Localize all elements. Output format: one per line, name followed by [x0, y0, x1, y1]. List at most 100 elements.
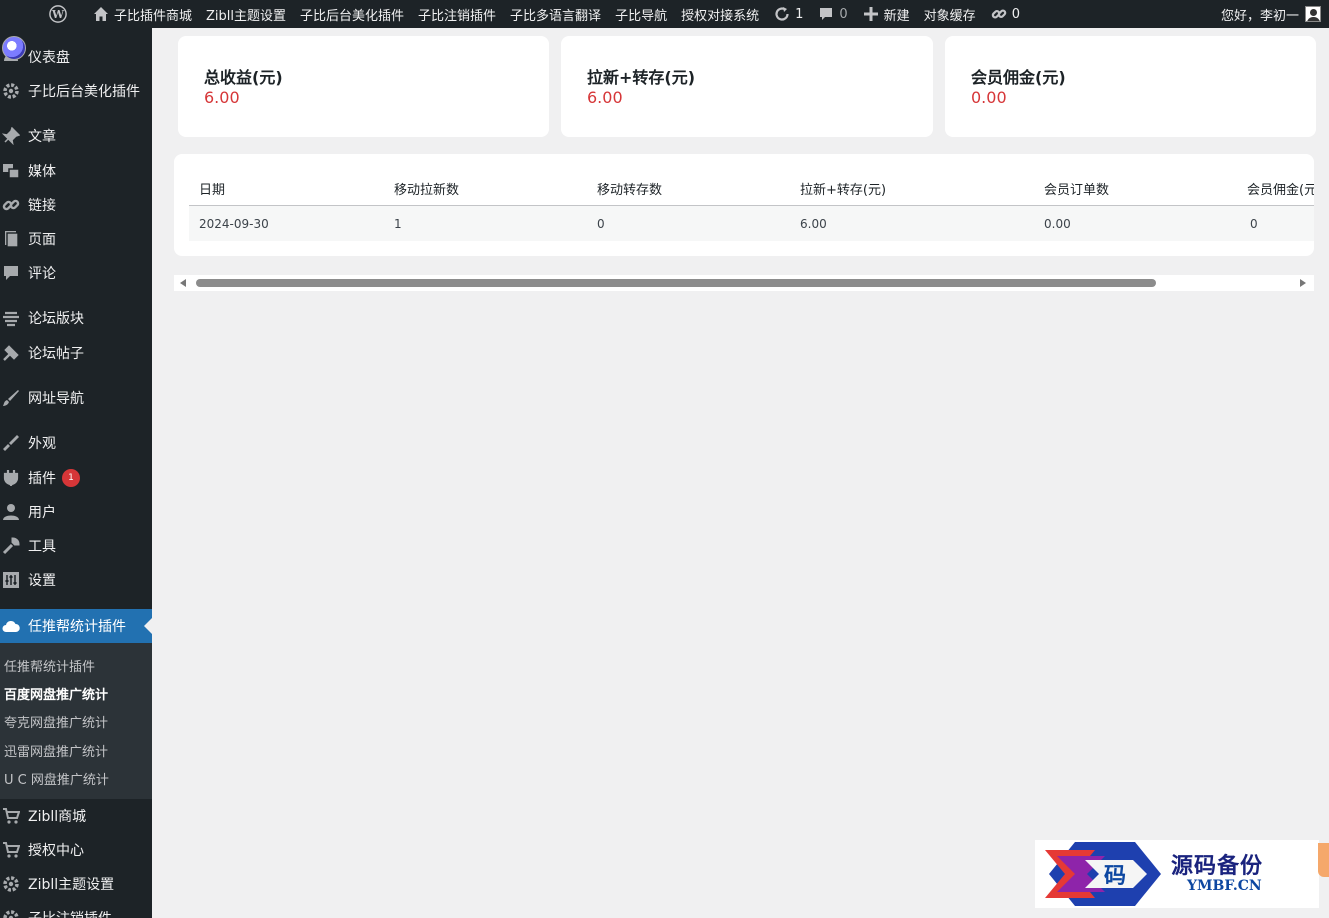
sidebar-item-media[interactable]: 媒体	[0, 154, 152, 188]
sidebar-item-links[interactable]: 链接	[0, 188, 152, 222]
submenu-item-quark[interactable]: 夸克网盘推广统计	[4, 712, 108, 731]
cloud-icon	[1, 616, 21, 636]
card-title: 会员佣金(元)	[971, 68, 1066, 87]
adminbar-object-cache[interactable]: 对象缓存	[917, 0, 983, 28]
appearance-icon	[1, 433, 21, 453]
column-header-mobile-save: 移动转存数	[597, 183, 663, 198]
table-row	[189, 206, 1314, 241]
settings-icon	[1, 570, 21, 590]
submenu-item-baidu[interactable]: 百度网盘推广统计	[4, 684, 108, 703]
sidebar-item-label: 仪表盘	[28, 50, 70, 66]
adminbar-nav[interactable]: 子比导航	[608, 0, 674, 28]
scroll-right-arrow-icon[interactable]	[1300, 279, 1306, 287]
column-header-member-orders: 会员订单数	[1044, 183, 1110, 198]
adminbar-updates[interactable]: 1	[766, 0, 810, 28]
sidebar-submenu: 任推帮统计插件 百度网盘推广统计 夸克网盘推广统计 迅雷网盘推广统计 U C 网…	[0, 643, 152, 799]
summary-card-new-save: 拉新+转存(元) 6.00	[561, 36, 933, 137]
table-cell: 2024-09-30	[199, 217, 269, 231]
sidebar-item-forum-posts[interactable]: 论坛帖子	[0, 336, 152, 370]
comment-icon	[1, 263, 21, 283]
plugin-update-badge: 1	[62, 469, 80, 487]
hammer-icon	[1, 343, 21, 363]
sidebar-item-users[interactable]: 用户	[0, 495, 152, 529]
adminbar-new[interactable]: 新建	[855, 0, 917, 28]
adminbar-zibll-settings[interactable]: Zibll主题设置	[199, 0, 293, 28]
sidebar-item-beautify-plugin[interactable]: 子比后台美化插件	[0, 74, 152, 108]
sidebar-item-label: 插件	[28, 471, 56, 487]
summary-card-total-income: 总收益(元) 6.00	[178, 36, 549, 137]
watermark-emblem-icon: 码	[1045, 842, 1161, 906]
adminbar-item-label: 子比导航	[615, 8, 668, 24]
adminbar-links[interactable]: 0	[983, 0, 1027, 28]
updates-count: 1	[795, 6, 804, 22]
sidebar-item-plugins[interactable]: 插件 1	[0, 461, 152, 495]
column-header-member-commission: 会员佣金(元)	[1247, 183, 1314, 198]
wp-logo-button[interactable]: W	[0, 0, 78, 28]
user-greeting: 您好，李初一	[1220, 8, 1299, 24]
sidebar-item-label: Zibll商城	[28, 809, 87, 825]
new-label: 新建	[883, 8, 910, 24]
link-icon	[990, 5, 1008, 23]
sidebar-item-posts[interactable]: 文章	[0, 119, 152, 153]
plus-icon	[862, 5, 880, 23]
home-icon	[92, 5, 110, 23]
adminbar-account[interactable]: 您好，李初一	[1214, 0, 1325, 28]
scrollbar-thumb[interactable]	[196, 279, 1156, 287]
sidebar-item-settings[interactable]: 设置	[0, 563, 152, 597]
user-icon	[1, 502, 21, 522]
sidebar-item-label: 论坛帖子	[28, 346, 84, 362]
adminbar-site-link[interactable]: 子比插件商城	[78, 0, 199, 28]
table-horizontal-scrollbar[interactable]	[174, 275, 1314, 291]
card-title: 总收益(元)	[204, 68, 283, 87]
submenu-item-stats-plugin[interactable]: 任推帮统计插件	[4, 656, 95, 675]
table-cell: 0	[597, 217, 605, 231]
sidebar-item-label: 工具	[28, 539, 56, 555]
links-count: 0	[1011, 6, 1020, 22]
media-icon	[1, 161, 21, 181]
sidebar-item-site-nav[interactable]: 网址导航	[0, 381, 152, 415]
table-cell: 6.00	[800, 217, 827, 231]
sidebar-item-renbang-stats[interactable]: 任推帮统计插件	[0, 609, 152, 643]
summary-card-member-commission: 会员佣金(元) 0.00	[945, 36, 1316, 137]
side-float-tab[interactable]	[1318, 843, 1329, 877]
comment-icon	[817, 5, 835, 23]
adminbar-comments[interactable]: 0	[810, 0, 854, 28]
sidebar-item-pages[interactable]: 页面	[0, 222, 152, 256]
sidebar-item-label: 子比注销插件	[28, 908, 112, 918]
submenu-item-xunlei[interactable]: 迅雷网盘推广统计	[4, 741, 108, 760]
sidebar-item-label: 授权中心	[28, 843, 84, 859]
page-icon	[1, 229, 21, 249]
sidebar-item-zibll-settings[interactable]: Zibll主题设置	[0, 867, 152, 901]
cart-icon	[1, 806, 21, 826]
card-value: 0.00	[971, 88, 1007, 107]
plugin-icon	[1, 468, 21, 488]
sidebar-item-label: 论坛版块	[28, 311, 84, 327]
sidebar-item-auth-center[interactable]: 授权中心	[0, 833, 152, 867]
adminbar-beautify-plugin[interactable]: 子比后台美化插件	[293, 0, 411, 28]
scroll-left-arrow-icon[interactable]	[180, 279, 186, 287]
sidebar-item-label: 链接	[28, 198, 56, 214]
floating-avatar-icon[interactable]	[2, 36, 26, 60]
sidebar-item-label: 子比后台美化插件	[28, 84, 140, 100]
adminbar-auth-system[interactable]: 授权对接系统	[674, 0, 766, 28]
adminbar-translate[interactable]: 子比多语言翻译	[503, 0, 608, 28]
sidebar-item-logout-plugin[interactable]: 子比注销插件	[0, 901, 152, 918]
sidebar-item-comments[interactable]: 评论	[0, 256, 152, 290]
column-header-new-save-income: 拉新+转存(元)	[800, 183, 887, 198]
sidebar-item-forum-boards[interactable]: 论坛版块	[0, 301, 152, 335]
adminbar-item-label: 授权对接系统	[681, 8, 760, 24]
card-value: 6.00	[587, 88, 623, 107]
sidebar-item-tools[interactable]: 工具	[0, 529, 152, 563]
table-cell: 0	[1250, 217, 1258, 231]
submenu-item-uc[interactable]: U C 网盘推广统计	[4, 769, 109, 788]
sidebar-item-label: 评论	[28, 266, 56, 282]
comments-count: 0	[839, 6, 848, 22]
adminbar-logout-plugin[interactable]: 子比注销插件	[411, 0, 503, 28]
gear-icon	[1, 874, 21, 894]
avatar	[1305, 6, 1321, 22]
cache-label: 对象缓存	[923, 8, 976, 24]
watermark-text-cn: 源码备份	[1171, 853, 1264, 879]
table-cell: 0.00	[1044, 217, 1071, 231]
sidebar-item-appearance[interactable]: 外观	[0, 426, 152, 460]
sidebar-item-zibll-shop[interactable]: Zibll商城	[0, 799, 152, 833]
